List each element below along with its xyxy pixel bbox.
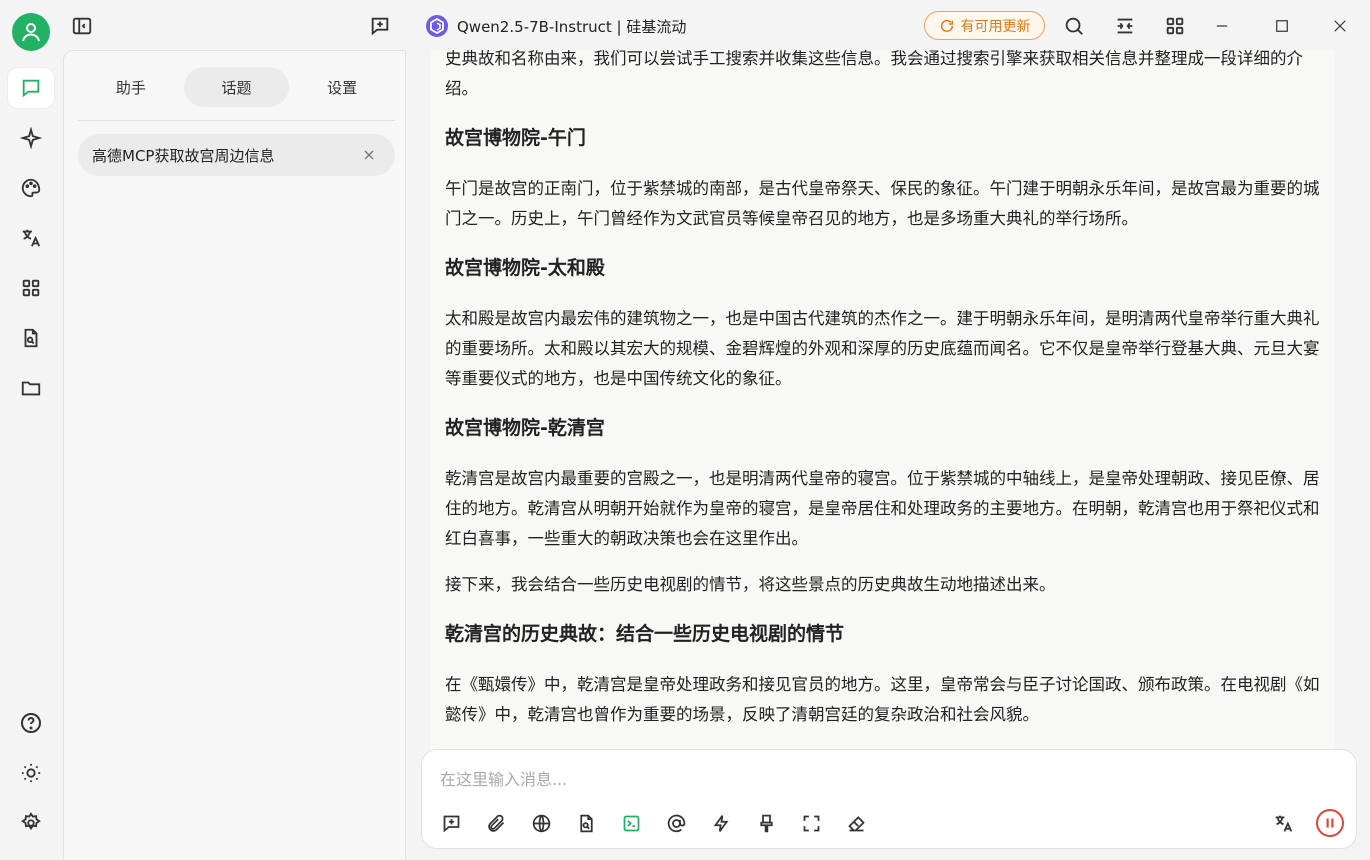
paperclip-icon — [487, 814, 504, 832]
message-paragraph: 太和殿是故宫内最宏伟的建筑物之一，也是中国古代建筑的杰作之一。建于明朝永乐年间，… — [445, 309, 1320, 388]
rail-files-button[interactable] — [8, 368, 54, 408]
nav-rail — [0, 0, 64, 860]
tab-topics[interactable]: 话题 — [183, 67, 290, 107]
message-heading: 乾清宫的历史典故：结合一些历史电视剧的情节 — [445, 623, 845, 645]
pause-generation-button[interactable] — [1316, 809, 1344, 837]
message-heading: 故宫博物院-午门 — [445, 127, 586, 149]
quick-phrase-button[interactable] — [706, 808, 736, 838]
pause-icon — [1326, 818, 1334, 828]
search-button[interactable] — [1058, 10, 1090, 42]
rail-knowledge-button[interactable] — [8, 318, 54, 358]
new-topic-button[interactable] — [364, 10, 396, 42]
new-chat-icon — [443, 815, 459, 832]
sidebar-collapse-icon — [72, 17, 92, 35]
tabs-divider — [78, 120, 395, 121]
folder-icon — [21, 381, 41, 396]
rail-help-button[interactable] — [8, 703, 54, 743]
translate-icon — [1275, 815, 1292, 832]
document-search-icon — [579, 814, 593, 832]
update-available-button[interactable]: 有可用更新 — [924, 11, 1045, 40]
minimize-icon — [1216, 25, 1228, 27]
tab-assistant[interactable]: 助手 — [78, 67, 184, 107]
close-icon — [364, 150, 374, 160]
fullscreen-icon — [803, 815, 819, 831]
brush-icon — [759, 814, 773, 832]
sparkle-icon — [20, 127, 42, 149]
apps-grid-icon — [22, 279, 40, 297]
message-paragraph: 乾清宫是故宫内最重要的宫殿之一，也是明清两代皇帝的寝宫。位于紫禁城的中轴线上，是… — [445, 469, 1320, 548]
sun-icon — [21, 763, 41, 783]
maximize-button[interactable] — [1266, 10, 1298, 42]
rail-agents-button[interactable] — [8, 118, 54, 158]
document-search-icon — [24, 328, 38, 348]
close-icon — [1334, 20, 1346, 32]
layout-button[interactable] — [1159, 10, 1191, 42]
terminal-icon — [623, 815, 639, 831]
help-icon — [21, 713, 41, 733]
message-paragraph: 在《甄嬛传》中，乾清宫是皇帝处理政务和接见官员的地方。这里，皇帝常会与臣子讨论国… — [445, 675, 1320, 724]
model-selector[interactable]: Qwen2.5-7B-Instruct | 硅基流动 — [425, 12, 686, 40]
message-heading: 故宫博物院-太和殿 — [445, 257, 605, 279]
web-search-button[interactable] — [526, 808, 556, 838]
message-heading: 故宫博物院-乾清宫 — [445, 417, 605, 439]
rail-paint-button[interactable] — [8, 168, 54, 208]
model-name: Qwen2.5-7B-Instruct | 硅基流动 — [457, 17, 687, 36]
toggle-sidebar-button[interactable] — [66, 10, 98, 42]
update-label: 有可用更新 — [960, 18, 1031, 35]
rail-theme-button[interactable] — [8, 753, 54, 793]
refresh-icon — [940, 19, 953, 32]
message-paragraph: 接下来，我会结合一些历史电视剧的情节，将这些景点的历史典故生动地描述出来。 — [445, 575, 1056, 594]
translate-icon — [22, 229, 41, 247]
sidebar-tabs: 助手 话题 设置 — [78, 67, 395, 107]
message-area[interactable]: 史典故和名称由来，我们可以尝试手工搜索并收集这些信息。我会通过搜索引擎来获取相关… — [431, 50, 1335, 750]
rail-apps-button[interactable] — [8, 268, 54, 308]
new-chat-icon — [371, 17, 389, 36]
narrow-mode-icon — [1117, 18, 1133, 34]
chat-icon — [22, 79, 40, 98]
new-topic-tool-button[interactable] — [436, 808, 466, 838]
rail-settings-button[interactable] — [8, 803, 54, 843]
clear-messages-button[interactable] — [841, 808, 871, 838]
gear-icon — [21, 812, 41, 831]
mcp-server-button[interactable] — [616, 808, 646, 838]
narrow-mode-button[interactable] — [1109, 10, 1141, 42]
palette-icon — [21, 178, 41, 198]
user-icon — [22, 23, 40, 42]
message-paragraph: 午门是故宫的正南门，位于紫禁城的南部，是古代皇帝祭天、保民的象征。午门建于明朝永… — [445, 179, 1320, 228]
at-sign-icon — [667, 814, 685, 832]
qwen-logo-icon — [426, 15, 448, 37]
rail-translate-button[interactable] — [8, 218, 54, 258]
lightning-icon — [713, 814, 728, 832]
eraser-icon — [847, 815, 865, 831]
message-input-box — [421, 749, 1357, 849]
clear-context-button[interactable] — [751, 808, 781, 838]
delete-topic-button[interactable] — [361, 147, 377, 163]
avatar[interactable] — [12, 13, 50, 51]
topic-item[interactable]: 高德MCP获取故宫周边信息 — [78, 134, 395, 176]
knowledge-base-button[interactable] — [571, 808, 601, 838]
attach-button[interactable] — [481, 808, 511, 838]
close-window-button[interactable] — [1324, 10, 1356, 42]
translate-input-button[interactable] — [1268, 808, 1298, 838]
assistant-message: 史典故和名称由来，我们可以尝试手工搜索并收集这些信息。我会通过搜索引擎来获取相关… — [445, 50, 1320, 746]
minimize-button[interactable] — [1206, 10, 1238, 42]
rail-chat-button[interactable] — [8, 68, 54, 108]
expand-input-button[interactable] — [796, 808, 826, 838]
search-icon — [1065, 17, 1083, 35]
maximize-icon — [1276, 20, 1288, 32]
message-paragraph: 史典故和名称由来，我们可以尝试手工搜索并收集这些信息。我会通过搜索引擎来获取相关… — [445, 50, 1303, 98]
message-input[interactable] — [440, 764, 1320, 794]
tab-settings[interactable]: 设置 — [289, 67, 395, 107]
globe-icon — [532, 814, 550, 832]
topic-title: 高德MCP获取故宫周边信息 — [92, 146, 275, 165]
mention-model-button[interactable] — [661, 808, 691, 838]
layout-grid-icon — [1166, 17, 1184, 35]
topics-sidebar: 助手 话题 设置 高德MCP获取故宫周边信息 — [63, 50, 406, 860]
